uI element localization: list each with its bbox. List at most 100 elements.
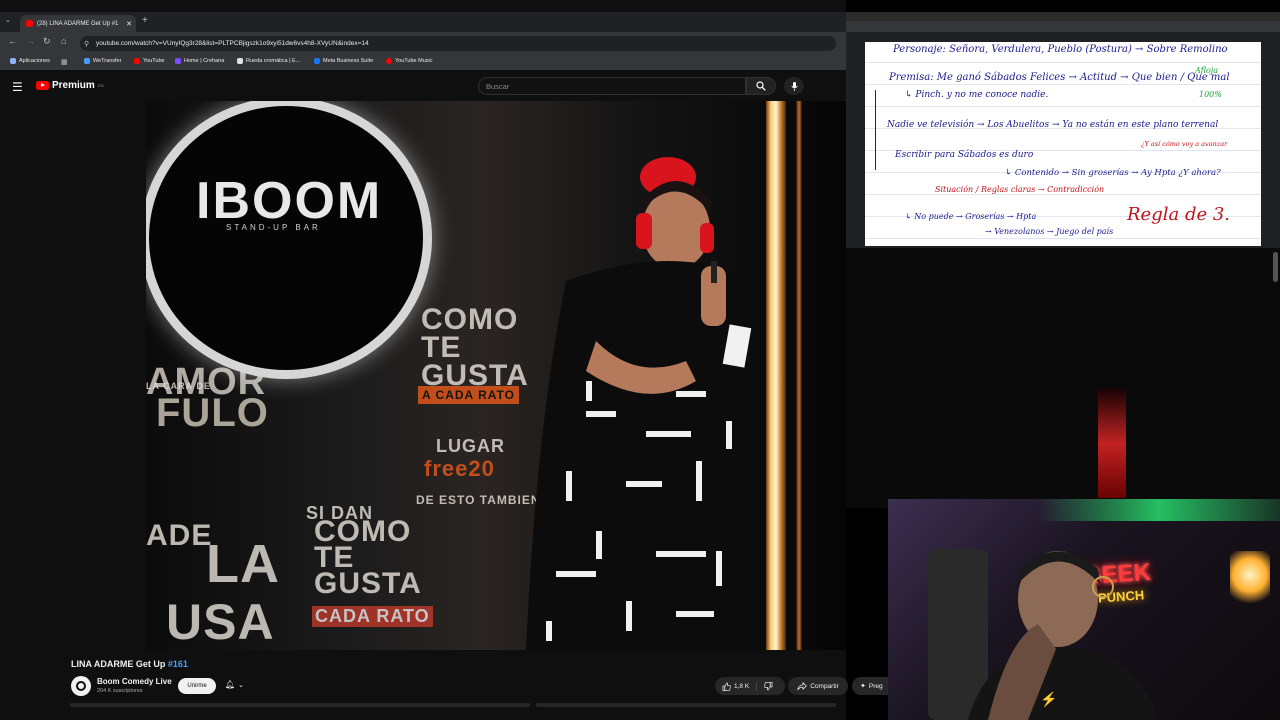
wall-text: USA (166, 594, 275, 650)
bookmark-label: YouTube (143, 58, 165, 64)
sparkle-icon: ✦ (860, 683, 866, 690)
bookmark-label: Rueda cromática | E... (246, 58, 301, 64)
reload-icon[interactable]: ↻ (43, 36, 51, 47)
bookmarks-bar: Aplicaciones ▦ WeTransfer YouTube Home |… (0, 54, 846, 70)
bookmark-apps[interactable]: Aplicaciones (10, 58, 50, 64)
voice-search-button[interactable] (784, 77, 804, 95)
wetransfer-icon (84, 58, 90, 64)
ask-label: Preg (868, 682, 883, 690)
youtube-play-logo-icon (36, 81, 49, 90)
comedian-figure (526, 157, 756, 650)
note-line: ↳ Pinch. y no me conoce nadie. (905, 90, 1049, 100)
close-tab-icon[interactable]: ✕ (126, 20, 132, 28)
search-button[interactable] (746, 77, 776, 95)
bookmark-youtube-music[interactable]: YouTube Music (386, 58, 433, 64)
wall-text: LA CARA DE (146, 381, 211, 391)
notes-address-bar[interactable] (846, 21, 1280, 32)
notes-tab-strip (846, 12, 1280, 21)
bookmark-youtube[interactable]: YouTube (134, 58, 165, 64)
bell-icon: 🔔︎ (225, 680, 236, 689)
handwritten-notes-page[interactable]: Personaje: Señora, Verdulera, Pueblo (Po… (865, 42, 1261, 246)
microphone-icon (790, 81, 798, 91)
chevron-down-icon: ⌄ (238, 682, 245, 689)
video-title-text: LINA ADARME Get Up (71, 659, 168, 669)
youtube-music-icon (386, 58, 392, 64)
wall-text: A CADA RATO (418, 386, 519, 404)
channel-avatar[interactable] (71, 676, 91, 696)
lamp-light (1230, 551, 1270, 611)
note-line: Personaje: Señora, Verdulera, Pueblo (Po… (893, 44, 1228, 55)
bookmark-rueda-cromatica[interactable]: Rueda cromática | E... (237, 58, 300, 64)
logo-text: Premium (52, 80, 95, 91)
neon-light-strip (1098, 388, 1126, 498)
bookmark-crehana[interactable]: Home | Crehana (175, 58, 224, 64)
bookmark-wetransfer[interactable]: WeTransfer (84, 58, 121, 64)
shirt-print: ⚡ (1040, 691, 1057, 708)
search-placeholder: Buscar (486, 81, 510, 91)
note-line: ↳ Contenido → Sin groserías → Ay Hpta ¿Y… (1005, 168, 1221, 178)
bookmark-label: WeTransfer (93, 58, 122, 64)
dislike-button[interactable] (757, 681, 773, 691)
youtube-favicon-icon (26, 20, 33, 27)
bookmark-label: Home | Crehana (184, 58, 225, 64)
tab-search-chevron-icon[interactable]: ⌄ (5, 16, 11, 24)
rueda-icon (237, 58, 243, 64)
bookmark-meta-business[interactable]: Meta Business Suite (314, 58, 373, 64)
youtube-premium-logo[interactable]: Premium CO (36, 80, 104, 91)
note-line: Situación / Reglas claras → Contradicció… (935, 185, 1105, 194)
wall-text: COMO TE GUSTA (421, 303, 529, 392)
url-bar[interactable]: ⚲ youtube.com/watch?v=VUnyIQg3r28&list=P… (80, 36, 836, 51)
subscriber-count: 204 K suscriptores (97, 688, 143, 694)
wall-text: COMO TE GUSTA (314, 515, 422, 600)
boom-logo-subtext: STAND-UP BAR (226, 223, 321, 232)
search-input[interactable]: Buscar (478, 77, 746, 95)
boom-logo-sign (146, 101, 432, 379)
wall-text: free20 (424, 456, 495, 481)
green-led-glow (1038, 499, 1280, 521)
notes-toolbar[interactable] (846, 32, 1280, 42)
note-line: Regla de 3. (1127, 204, 1231, 225)
back-arrow-icon[interactable]: ← (8, 36, 17, 46)
share-button[interactable]: Compartir (788, 677, 848, 695)
share-label: Compartir (810, 682, 839, 690)
site-info-icon[interactable]: ⚲ (84, 40, 89, 48)
thumbs-up-icon (722, 682, 731, 691)
bookmark-label: Meta Business Suite (323, 58, 374, 64)
bookmark-label: YouTube Music (395, 58, 433, 64)
like-dislike-group: 1,8 K (715, 677, 785, 695)
margin-note: ¿Y así cómo voy a avanzar (1141, 140, 1228, 148)
streamer-figure: ⚡ (928, 549, 1158, 720)
grid-icon[interactable]: ▦ (61, 58, 68, 66)
chips-scroll-track (70, 703, 530, 707)
wall-text: LUGAR (436, 436, 505, 456)
logo-country: CO (97, 83, 104, 88)
video-player[interactable]: AMOR COMO TE GUSTA A CADA RATO LUGAR fre… (146, 101, 846, 650)
menu-hamburger-icon[interactable]: ☰ (12, 80, 23, 94)
channel-name[interactable]: Boom Comedy Live (97, 677, 172, 686)
video-title-hashtag[interactable]: #161 (168, 659, 188, 669)
join-button[interactable]: Unirme (178, 678, 216, 694)
forward-arrow-icon[interactable]: → (26, 36, 35, 46)
like-count: 1,8 K (734, 682, 750, 690)
wall-text: LA (206, 534, 280, 594)
tab-youtube-video[interactable]: (28) LINA ADARME Get Up #1 ✕ (20, 15, 136, 32)
note-line: → Venezolanos → Juego del país (985, 227, 1114, 236)
chips-scroll-track-secondary (536, 703, 836, 707)
search-icon (756, 81, 766, 91)
boom-logo-text: IBOOM (196, 172, 383, 230)
wall-text: SI DAN (306, 503, 374, 523)
like-button[interactable]: 1,8 K (715, 681, 758, 691)
apps-grid-icon (10, 58, 16, 64)
wall-text: ADE (146, 519, 213, 552)
url-text: youtube.com/watch?v=VUnyIQg3r28&list=PLT… (96, 40, 369, 47)
new-tab-icon[interactable]: + (142, 15, 148, 26)
home-icon[interactable]: ⌂ (61, 36, 66, 46)
notes-scrollbar-thumb[interactable] (1273, 252, 1278, 282)
ask-button[interactable]: ✦ Preg (852, 677, 892, 695)
video-title: LINA ADARME Get Up #161 (71, 659, 188, 669)
notification-bell-dropdown[interactable]: 🔔︎ ⌄ (225, 680, 244, 689)
youtube-icon (134, 58, 140, 64)
note-line: Premisa: Me ganó Sábados Felices → Actit… (889, 72, 1230, 83)
light-tube (766, 101, 786, 650)
note-line: Escribir para Sábados es duro (895, 150, 1034, 160)
